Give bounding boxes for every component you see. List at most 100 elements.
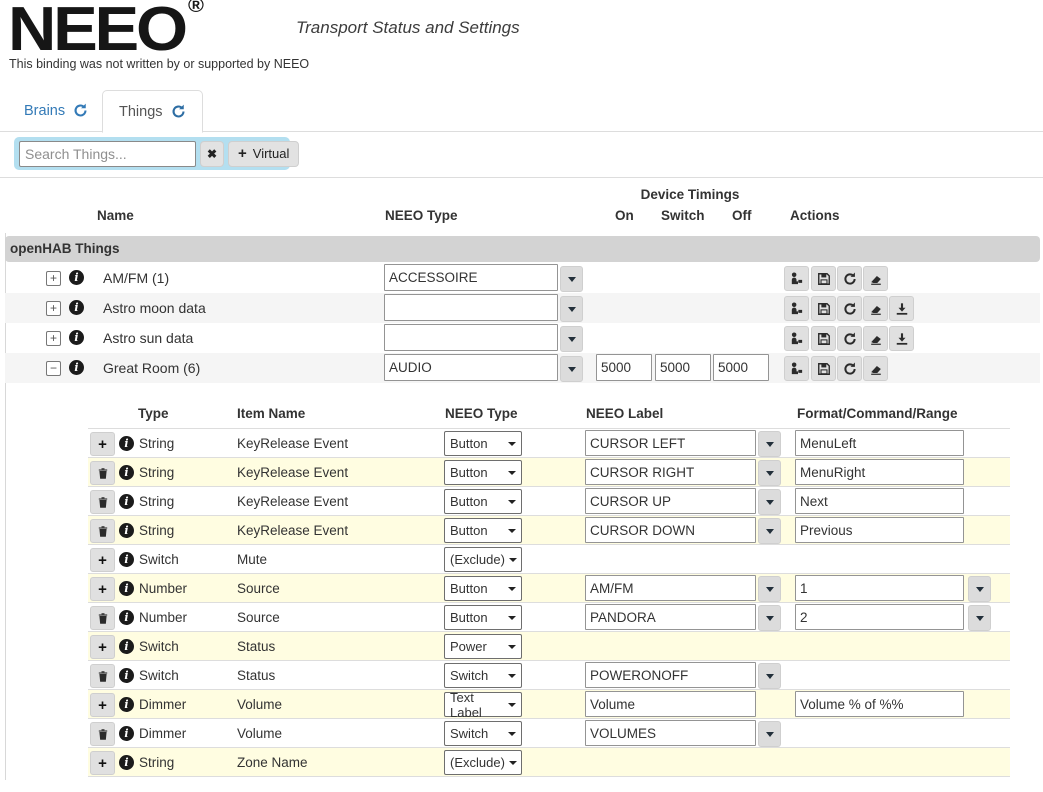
eraser-icon[interactable] bbox=[863, 356, 888, 381]
type-dropdown-button[interactable] bbox=[560, 326, 583, 352]
pair-device-button[interactable] bbox=[784, 326, 809, 351]
info-icon[interactable]: i bbox=[119, 639, 134, 654]
format-input[interactable] bbox=[795, 691, 964, 717]
neeo-label-input[interactable] bbox=[585, 517, 756, 543]
neeo-type-input[interactable] bbox=[384, 354, 558, 381]
info-icon[interactable]: i bbox=[119, 436, 134, 451]
refresh-icon[interactable] bbox=[837, 326, 862, 351]
download-icon[interactable] bbox=[889, 296, 914, 321]
timing-switch-input[interactable] bbox=[655, 354, 711, 381]
add-channel-button[interactable]: + bbox=[90, 548, 115, 572]
info-icon[interactable]: i bbox=[119, 465, 134, 480]
label-dropdown-button[interactable] bbox=[758, 489, 781, 515]
format-input[interactable] bbox=[795, 575, 964, 601]
neeo-type-input[interactable] bbox=[384, 264, 558, 291]
search-input[interactable] bbox=[19, 140, 196, 167]
add-channel-button[interactable]: + bbox=[90, 751, 115, 775]
delete-channel-button[interactable] bbox=[90, 606, 115, 630]
add-channel-button[interactable]: + bbox=[90, 577, 115, 601]
neeo-label-input[interactable] bbox=[585, 662, 756, 688]
tab-things[interactable]: Things bbox=[102, 90, 203, 133]
eraser-icon[interactable] bbox=[863, 266, 888, 291]
neeo-type-select[interactable]: Button bbox=[444, 431, 522, 456]
neeo-type-input[interactable] bbox=[384, 294, 558, 321]
timing-off-input[interactable] bbox=[713, 354, 769, 381]
info-icon[interactable]: i bbox=[119, 726, 134, 741]
add-virtual-button[interactable]: + Virtual bbox=[228, 140, 300, 167]
eraser-icon[interactable] bbox=[863, 296, 888, 321]
neeo-type-select[interactable]: Power bbox=[444, 634, 522, 659]
pair-device-button[interactable] bbox=[784, 266, 809, 291]
timing-on-input[interactable] bbox=[596, 354, 652, 381]
neeo-label-input[interactable] bbox=[585, 720, 756, 746]
neeo-type-select[interactable]: Button bbox=[444, 605, 522, 630]
save-icon[interactable] bbox=[811, 296, 836, 321]
delete-channel-button[interactable] bbox=[90, 461, 115, 485]
info-icon[interactable]: i bbox=[119, 697, 134, 712]
type-dropdown-button[interactable] bbox=[560, 356, 583, 382]
save-icon[interactable] bbox=[811, 266, 836, 291]
format-dropdown-button[interactable] bbox=[968, 605, 991, 631]
format-input[interactable] bbox=[795, 488, 964, 514]
refresh-icon[interactable] bbox=[837, 296, 862, 321]
info-icon[interactable]: i bbox=[69, 270, 84, 285]
info-icon[interactable]: i bbox=[119, 755, 134, 770]
neeo-label-input[interactable] bbox=[585, 691, 756, 717]
info-icon[interactable]: i bbox=[119, 494, 134, 509]
format-dropdown-button[interactable] bbox=[968, 576, 991, 602]
refresh-icon[interactable] bbox=[171, 104, 186, 119]
neeo-label-input[interactable] bbox=[585, 459, 756, 485]
delete-channel-button[interactable] bbox=[90, 519, 115, 543]
label-dropdown-button[interactable] bbox=[758, 576, 781, 602]
save-icon[interactable] bbox=[811, 326, 836, 351]
format-input[interactable] bbox=[795, 459, 964, 485]
neeo-type-input[interactable] bbox=[384, 324, 558, 351]
neeo-type-select[interactable]: Button bbox=[444, 576, 522, 601]
info-icon[interactable]: i bbox=[119, 581, 134, 596]
neeo-type-select[interactable]: Button bbox=[444, 518, 522, 543]
info-icon[interactable]: i bbox=[119, 610, 134, 625]
type-dropdown-button[interactable] bbox=[560, 266, 583, 292]
save-icon[interactable] bbox=[811, 356, 836, 381]
info-icon[interactable]: i bbox=[119, 668, 134, 683]
info-icon[interactable]: i bbox=[69, 360, 84, 375]
refresh-icon[interactable] bbox=[837, 266, 862, 291]
neeo-type-select[interactable]: Switch bbox=[444, 721, 522, 746]
pair-device-button[interactable] bbox=[784, 296, 809, 321]
neeo-label-input[interactable] bbox=[585, 488, 756, 514]
neeo-type-select[interactable]: (Exclude) bbox=[444, 750, 522, 775]
format-input[interactable] bbox=[795, 517, 964, 543]
neeo-label-input[interactable] bbox=[585, 604, 756, 630]
label-dropdown-button[interactable] bbox=[758, 721, 781, 747]
refresh-icon[interactable] bbox=[73, 103, 88, 118]
delete-channel-button[interactable] bbox=[90, 722, 115, 746]
info-icon[interactable]: i bbox=[119, 523, 134, 538]
expand-icon[interactable]: + bbox=[46, 301, 61, 316]
neeo-type-select[interactable]: Switch bbox=[444, 663, 522, 688]
label-dropdown-button[interactable] bbox=[758, 518, 781, 544]
info-icon[interactable]: i bbox=[69, 300, 84, 315]
download-icon[interactable] bbox=[889, 326, 914, 351]
add-channel-button[interactable]: + bbox=[90, 635, 115, 659]
clear-search-button[interactable]: ✖ bbox=[200, 140, 224, 167]
neeo-type-select[interactable]: (Exclude) bbox=[444, 547, 522, 572]
label-dropdown-button[interactable] bbox=[758, 663, 781, 689]
expand-icon[interactable]: + bbox=[46, 331, 61, 346]
info-icon[interactable]: i bbox=[69, 330, 84, 345]
add-channel-button[interactable]: + bbox=[90, 432, 115, 456]
add-channel-button[interactable]: + bbox=[90, 693, 115, 717]
label-dropdown-button[interactable] bbox=[758, 460, 781, 486]
pair-device-button[interactable] bbox=[784, 356, 809, 381]
neeo-label-input[interactable] bbox=[585, 575, 756, 601]
neeo-type-select[interactable]: Text Label bbox=[444, 690, 522, 720]
delete-channel-button[interactable] bbox=[90, 490, 115, 514]
label-dropdown-button[interactable] bbox=[758, 605, 781, 631]
neeo-label-input[interactable] bbox=[585, 430, 756, 456]
delete-channel-button[interactable] bbox=[90, 664, 115, 688]
refresh-icon[interactable] bbox=[837, 356, 862, 381]
neeo-type-select[interactable]: Button bbox=[444, 460, 522, 485]
tab-brains[interactable]: Brains bbox=[8, 91, 104, 130]
format-input[interactable] bbox=[795, 604, 964, 630]
format-input[interactable] bbox=[795, 430, 964, 456]
info-icon[interactable]: i bbox=[119, 552, 134, 567]
